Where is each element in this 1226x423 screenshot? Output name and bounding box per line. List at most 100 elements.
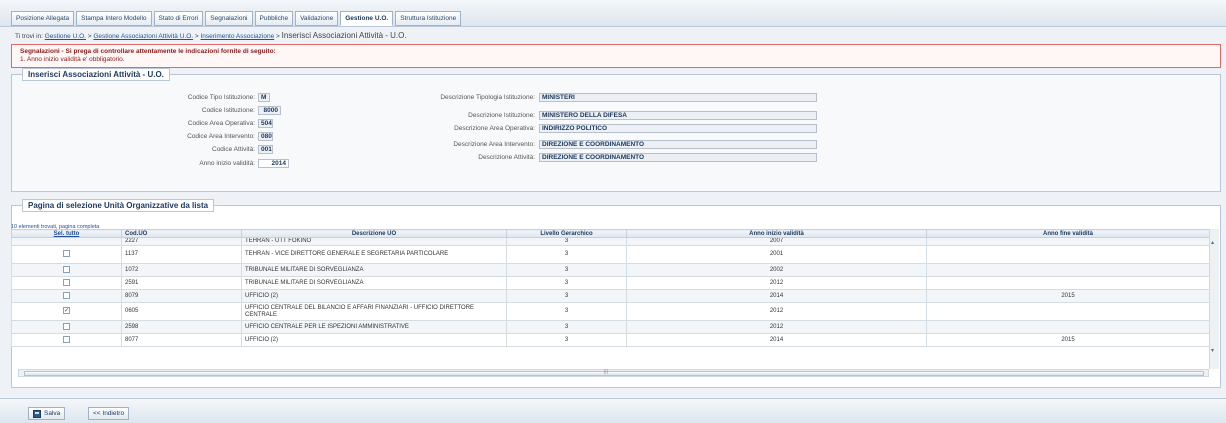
cell-descrizione: TEHRAN - VICE DIRETTORE GENERALE E SEGRE… bbox=[241, 245, 507, 264]
col-header-livello[interactable]: Livello Gerarchico bbox=[506, 229, 627, 238]
field-label: Anno inizio validità: bbox=[199, 159, 255, 167]
row-checkbox-checked[interactable] bbox=[63, 307, 70, 315]
breadcrumb-link-gestione-uo[interactable]: Gestione U.O. bbox=[45, 33, 86, 40]
table-row: 2598 UFFICIO CENTRALE PER LE ISPEZIONI A… bbox=[11, 320, 1210, 334]
table-row: 1137 TEHRAN - VICE DIRETTORE GENERALE E … bbox=[11, 245, 1210, 264]
field-descrizione-istituzione: Descrizione Istituzione: MINISTERO DELLA… bbox=[370, 110, 817, 120]
cell-anno-fine bbox=[926, 320, 1210, 334]
field-label: Codice Area Operativa: bbox=[187, 119, 255, 127]
cell-descrizione: UFFICIO CENTRALE PER LE ISPEZIONI AMMINI… bbox=[241, 320, 507, 334]
field-label: Descrizione Area Operativa: bbox=[454, 124, 535, 132]
cell-cod-uo: 2591 bbox=[121, 276, 242, 290]
table-row: 2227 TEHRAN - UTT FOKINO 3 2007 bbox=[11, 237, 1210, 246]
scroll-down-icon[interactable]: ▾ bbox=[1211, 347, 1214, 354]
cell-anno-inizio: 2002 bbox=[626, 263, 927, 277]
table-row: 1072 TRIBUNALE MILITARE DI SORVEGLIANZA … bbox=[11, 263, 1210, 277]
cell-descrizione: TRIBUNALE MILITARE DI SORVEGLIANZA bbox=[241, 263, 507, 277]
cell-descrizione: UFFICIO CENTRALE DEL BILANCIO E AFFARI F… bbox=[241, 302, 507, 321]
col-header-descrizione-uo[interactable]: Descrizione UO bbox=[241, 229, 507, 238]
alert-message: 1. Anno inizio validità e' obbligatorio. bbox=[20, 56, 125, 63]
field-descrizione-tipologia: Descrizione Tipologia Istituzione: MINIS… bbox=[370, 92, 817, 102]
row-checkbox[interactable] bbox=[63, 322, 70, 330]
top-tab-bar: Posizione Allegata Stampa Intero Modello… bbox=[0, 0, 1226, 27]
scroll-up-icon[interactable]: ▴ bbox=[1211, 239, 1214, 246]
cell-anno-fine bbox=[926, 302, 1210, 321]
tab-struttura-istituzione[interactable]: Struttura Istituzione bbox=[395, 11, 462, 26]
field-value: M bbox=[258, 92, 270, 102]
anno-inizio-input[interactable]: 2014 bbox=[258, 158, 289, 168]
cell-livello: 3 bbox=[506, 333, 627, 347]
cell-cod-uo: 2227 bbox=[121, 237, 242, 246]
row-select-cell bbox=[11, 320, 122, 334]
tab-list: Posizione Allegata Stampa Intero Modello… bbox=[11, 11, 463, 26]
cell-anno-inizio: 2012 bbox=[626, 320, 927, 334]
cell-descrizione: UFFICIO (2) bbox=[241, 289, 507, 303]
table-horizontal-scrollbar[interactable]: ||| bbox=[18, 369, 1209, 377]
cell-cod-uo: 8079 bbox=[121, 289, 242, 303]
floppy-disk-icon bbox=[33, 409, 41, 418]
field-label: Codice Tipo Istituzione: bbox=[187, 93, 255, 101]
cell-anno-inizio: 2001 bbox=[626, 245, 927, 264]
field-descrizione-area-intervento: Descrizione Area Intervento: DIREZIONE E… bbox=[370, 139, 817, 149]
back-button[interactable]: << Indietro bbox=[88, 407, 130, 420]
row-checkbox[interactable] bbox=[63, 265, 70, 273]
breadcrumb-link-inserimento[interactable]: Inserimento Associazione bbox=[201, 33, 275, 40]
cell-livello: 3 bbox=[506, 237, 627, 246]
row-checkbox[interactable] bbox=[63, 250, 70, 258]
cell-anno-inizio: 2012 bbox=[626, 302, 927, 321]
cell-anno-fine bbox=[926, 237, 1210, 246]
tab-posizione-allegata[interactable]: Posizione Allegata bbox=[11, 11, 75, 26]
cell-livello: 3 bbox=[506, 302, 627, 321]
tab-segnalazioni[interactable]: Segnalazioni bbox=[205, 11, 253, 26]
uo-table: Sel. tutto Cod.UO Descrizione UO Livello… bbox=[11, 229, 1210, 347]
row-checkbox[interactable] bbox=[63, 291, 70, 299]
cell-cod-uo: 1072 bbox=[121, 263, 242, 277]
cell-cod-uo: 8077 bbox=[121, 333, 242, 347]
row-checkbox[interactable] bbox=[63, 335, 70, 343]
horizontal-scroll-thumb[interactable] bbox=[24, 371, 1204, 376]
cell-anno-inizio: 2012 bbox=[626, 276, 927, 290]
select-all-link[interactable]: Sel. tutto bbox=[11, 229, 122, 238]
tab-stato-di-errori[interactable]: Stato di Errori bbox=[153, 11, 204, 26]
col-header-anno-fine[interactable]: Anno fine validità bbox=[926, 229, 1210, 238]
field-value: DIREZIONE E COORDINAMENTO bbox=[539, 152, 817, 162]
row-checkbox[interactable] bbox=[63, 278, 70, 286]
field-value: INDIRIZZO POLITICO bbox=[539, 123, 817, 133]
form-panel-title: Inserisci Associazioni Attività - U.O. bbox=[22, 68, 170, 81]
table-header: Sel. tutto Cod.UO Descrizione UO Livello… bbox=[11, 229, 1210, 238]
tab-gestione-uo[interactable]: Gestione U.O. bbox=[340, 11, 394, 26]
field-label: Descrizione Tipologia Istituzione: bbox=[440, 93, 535, 101]
table-row: 2591 TRIBUNALE MILITARE DI SORVEGLIANZA … bbox=[11, 276, 1210, 290]
row-select-cell bbox=[11, 333, 122, 347]
save-button[interactable]: Salva bbox=[28, 407, 66, 420]
table-vertical-scrollbar[interactable]: ▴ ▾ bbox=[1209, 229, 1219, 369]
field-codice-area-operativa: Codice Area Operativa: 504 bbox=[120, 118, 273, 128]
cell-anno-inizio: 2007 bbox=[626, 237, 927, 246]
field-label: Descrizione Attività: bbox=[478, 153, 535, 161]
cell-anno-inizio: 2014 bbox=[626, 289, 927, 303]
col-header-cod-uo[interactable]: Cod.UO bbox=[121, 229, 242, 238]
field-value: MINISTERO DELLA DIFESA bbox=[539, 110, 817, 120]
tab-validazione[interactable]: Validazione bbox=[295, 11, 339, 26]
row-select-cell bbox=[11, 237, 122, 246]
table-row: 0605 UFFICIO CENTRALE DEL BILANCIO E AFF… bbox=[11, 302, 1210, 321]
table-row: 8077 UFFICIO (2) 3 2014 2015 bbox=[11, 333, 1210, 347]
cell-livello: 3 bbox=[506, 245, 627, 264]
row-select-cell bbox=[11, 289, 122, 303]
row-select-cell bbox=[11, 302, 122, 321]
row-select-cell bbox=[11, 245, 122, 264]
breadcrumb-link-gestione-associazioni[interactable]: Gestione Associazioni Attività U.O. bbox=[93, 33, 193, 40]
list-panel-title: Pagina di selezione Unità Organizzative … bbox=[22, 199, 215, 212]
field-codice-tipo-istituzione: Codice Tipo Istituzione: M bbox=[120, 92, 270, 102]
row-select-cell bbox=[11, 263, 122, 277]
cell-anno-fine bbox=[926, 263, 1210, 277]
tab-pubbliche[interactable]: Pubbliche bbox=[254, 11, 294, 26]
tab-stampa-intero-modello[interactable]: Stampa Intero Modello bbox=[76, 11, 152, 26]
col-header-anno-inizio[interactable]: Anno inizio validità bbox=[626, 229, 927, 238]
cell-descrizione: UFFICIO (2) bbox=[241, 333, 507, 347]
cell-descrizione: TEHRAN - UTT FOKINO bbox=[241, 237, 507, 246]
cell-descrizione: TRIBUNALE MILITARE DI SORVEGLIANZA bbox=[241, 276, 507, 290]
field-value: 504 bbox=[258, 118, 273, 128]
save-button-label: Salva bbox=[44, 410, 61, 417]
field-label: Codice Attività: bbox=[212, 145, 255, 153]
